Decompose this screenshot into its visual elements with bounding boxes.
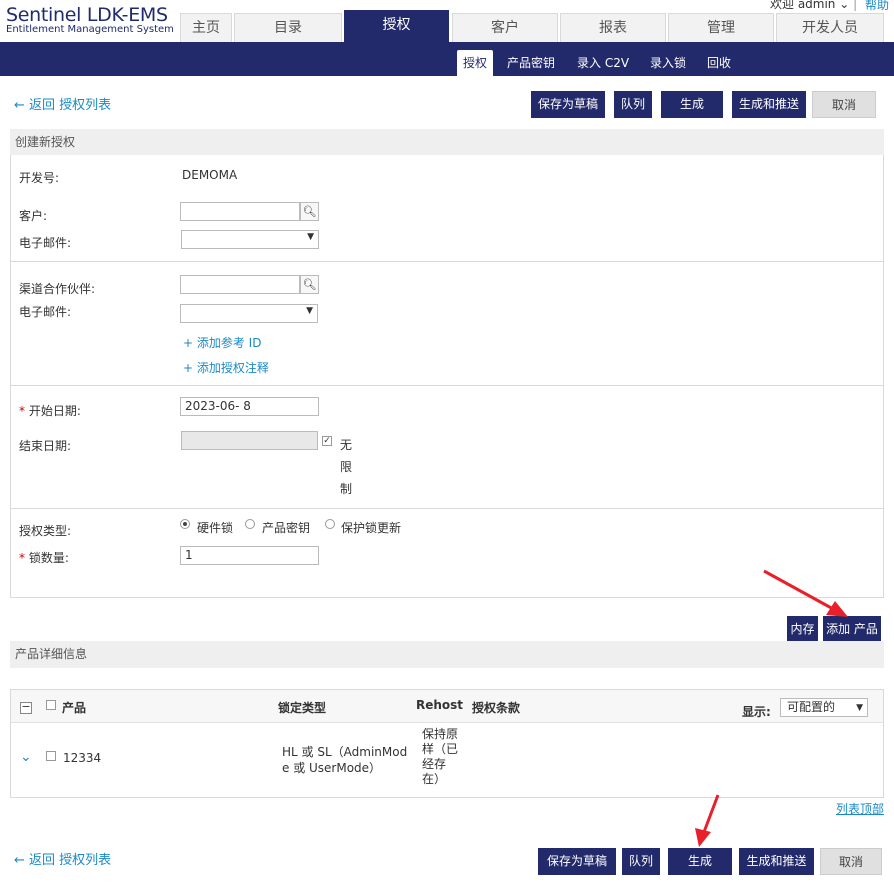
arrow-to-generate bbox=[695, 794, 720, 847]
annotation-arrows bbox=[695, 569, 848, 847]
arrow-to-add-product bbox=[763, 569, 848, 617]
